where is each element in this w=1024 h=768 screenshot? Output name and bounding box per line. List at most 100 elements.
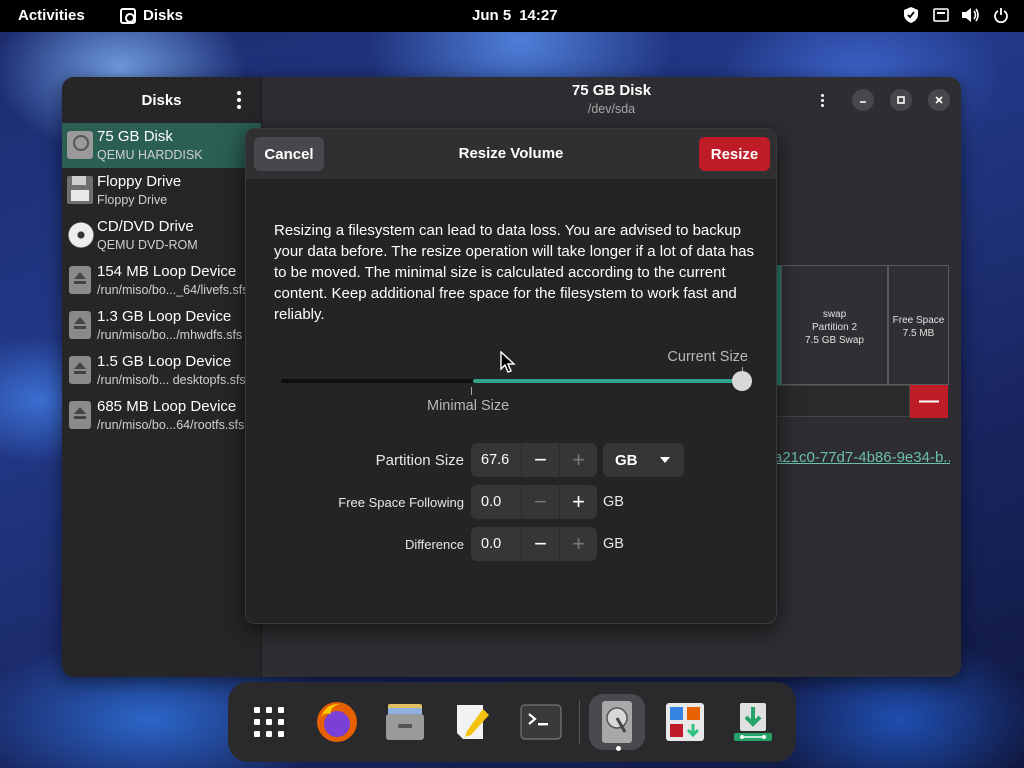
installer-icon[interactable] xyxy=(725,694,781,750)
dialog-title: Resize Volume xyxy=(458,145,564,162)
device-path: /run/miso/bo...64/rootfs.sfs xyxy=(97,418,245,432)
device-name: Floppy Drive xyxy=(97,173,182,190)
software-center-icon[interactable] xyxy=(657,694,713,750)
floppy-icon xyxy=(67,176,93,204)
sidebar-item-loop-685mb[interactable]: 685 MB Loop Device /run/miso/bo...64/roo… xyxy=(62,393,261,438)
partition-2-segment[interactable]: swap Partition 2 7.5 GB Swap xyxy=(781,265,888,385)
disks-app-icon xyxy=(120,7,136,24)
sidebar-header: Disks xyxy=(62,77,261,123)
clock[interactable]: Jun 5 14:27 xyxy=(472,7,558,24)
volume-toolbar xyxy=(776,385,910,417)
resize-volume-dialog: Cancel Resize Volume Resize Resizing a f… xyxy=(245,128,777,624)
firefox-icon[interactable] xyxy=(309,694,365,750)
free-space-decrease-button[interactable]: − xyxy=(521,485,559,519)
device-model: QEMU HARDDISK xyxy=(97,148,203,162)
file-manager-icon[interactable] xyxy=(377,694,433,750)
shield-icon[interactable] xyxy=(902,6,920,24)
loop-device-icon xyxy=(69,356,91,384)
difference-increase-button[interactable]: + xyxy=(559,527,597,561)
close-icon[interactable] xyxy=(928,89,950,111)
clock-date: Jun 5 xyxy=(472,7,512,24)
partition-2-type: swap xyxy=(822,309,847,320)
network-icon[interactable] xyxy=(932,6,950,24)
device-model: QEMU DVD-ROM xyxy=(97,238,198,252)
minimize-icon[interactable] xyxy=(852,89,874,111)
disks-icon[interactable] xyxy=(589,694,645,750)
dock xyxy=(228,682,796,762)
device-name: 154 MB Loop Device xyxy=(97,263,237,280)
sidebar-title: Disks xyxy=(141,91,182,109)
unit-dropdown[interactable]: GB xyxy=(603,443,684,477)
loop-device-icon xyxy=(69,311,91,339)
dock-separator xyxy=(579,700,580,744)
free-space-size: 7.5 MB xyxy=(902,328,935,339)
device-name: 1.3 GB Loop Device xyxy=(97,308,232,325)
dialog-header: Cancel Resize Volume Resize xyxy=(246,129,776,179)
sidebar-item-loop-1-3gb[interactable]: 1.3 GB Loop Device /run/miso/bo.../mhwdf… xyxy=(62,303,261,348)
free-space-value[interactable]: 0.0 xyxy=(471,494,521,510)
device-name: CD/DVD Drive xyxy=(97,218,194,235)
disk-menu-icon[interactable] xyxy=(821,94,825,107)
loop-device-icon xyxy=(69,401,91,429)
free-space-label: Free Space xyxy=(892,315,945,326)
maximize-icon[interactable] xyxy=(890,89,912,111)
device-path: /run/miso/bo..._64/livefs.sfs xyxy=(97,283,249,297)
terminal-icon[interactable] xyxy=(513,694,569,750)
sidebar-item-loop-1-5gb[interactable]: 1.5 GB Loop Device /run/miso/b... deskto… xyxy=(62,348,261,393)
free-space-segment[interactable]: Free Space 7.5 MB xyxy=(888,265,949,385)
current-size-label: Current Size xyxy=(667,349,748,365)
difference-value[interactable]: 0.0 xyxy=(471,536,521,552)
resize-warning-text: Resizing a filesystem can lead to data l… xyxy=(274,222,755,323)
text-editor-icon[interactable] xyxy=(445,694,501,750)
minimal-size-tick xyxy=(471,387,472,395)
app-menu-label: Disks xyxy=(143,7,184,24)
app-menu[interactable]: Disks xyxy=(120,7,183,24)
clock-time: 14:27 xyxy=(519,7,558,24)
activities-button[interactable]: Activities xyxy=(18,7,85,24)
sidebar-menu-icon[interactable] xyxy=(237,91,241,109)
size-slider-handle[interactable] xyxy=(732,371,752,391)
running-indicator xyxy=(616,746,621,751)
delete-partition-button[interactable]: — xyxy=(910,385,948,418)
top-bar: Activities Disks Jun 5 14:27 xyxy=(0,0,1024,32)
system-tray[interactable] xyxy=(902,6,1010,24)
loop-device-icon xyxy=(69,266,91,294)
difference-unit: GB xyxy=(603,536,624,552)
difference-label: Difference xyxy=(404,537,464,552)
chevron-down-icon xyxy=(660,457,670,463)
device-path: /run/miso/b... desktopfs.sfs xyxy=(97,373,246,387)
partition-size-value[interactable]: 67.6 xyxy=(471,452,521,468)
partition-2-name: Partition 2 xyxy=(811,322,858,333)
device-model: Floppy Drive xyxy=(97,193,168,207)
power-icon[interactable] xyxy=(992,6,1010,24)
hard-disk-icon xyxy=(67,131,93,159)
free-space-following-label: Free Space Following xyxy=(338,495,464,510)
resize-button[interactable]: Resize xyxy=(699,137,770,171)
partition-size-decrease-button[interactable]: − xyxy=(521,443,559,477)
sidebar: Disks 75 GB Disk QEMU HARDDISK Floppy Dr… xyxy=(62,77,262,677)
unit-dropdown-value: GB xyxy=(615,451,638,469)
size-slider-fill xyxy=(473,379,743,383)
partition-size-increase-button[interactable]: + xyxy=(559,443,597,477)
partition-2-size: 7.5 GB Swap xyxy=(805,335,864,346)
device-name: 685 MB Loop Device xyxy=(97,398,237,415)
difference-decrease-button[interactable]: − xyxy=(521,527,559,561)
sidebar-item-loop-154mb[interactable]: 154 MB Loop Device /run/miso/bo..._64/li… xyxy=(62,258,261,303)
free-space-spinbutton[interactable]: 0.0 − + xyxy=(471,485,597,519)
device-name: 75 GB Disk xyxy=(97,128,173,145)
sidebar-item-cd-dvd-drive[interactable]: CD/DVD Drive QEMU DVD-ROM xyxy=(62,213,261,258)
difference-spinbutton[interactable]: 0.0 − + xyxy=(471,527,597,561)
partition-size-spinbutton[interactable]: 67.6 − + xyxy=(471,443,597,477)
main-header: 75 GB Disk /dev/sda xyxy=(262,77,961,123)
minimal-size-label: Minimal Size xyxy=(427,398,510,414)
volume-icon[interactable] xyxy=(962,6,980,24)
app-grid-icon[interactable] xyxy=(241,694,297,750)
partition-size-label: Partition Size xyxy=(375,452,464,469)
free-space-increase-button[interactable]: + xyxy=(559,485,597,519)
sidebar-item-75gb-disk[interactable]: 75 GB Disk QEMU HARDDISK xyxy=(62,123,261,168)
optical-disc-icon xyxy=(67,221,95,249)
free-space-unit: GB xyxy=(603,494,624,510)
mouse-pointer-icon xyxy=(500,351,516,373)
sidebar-item-floppy-drive[interactable]: Floppy Drive Floppy Drive xyxy=(62,168,261,213)
uuid-link[interactable]: a21c0-77d7-4b86-9e34-b... xyxy=(774,449,950,466)
